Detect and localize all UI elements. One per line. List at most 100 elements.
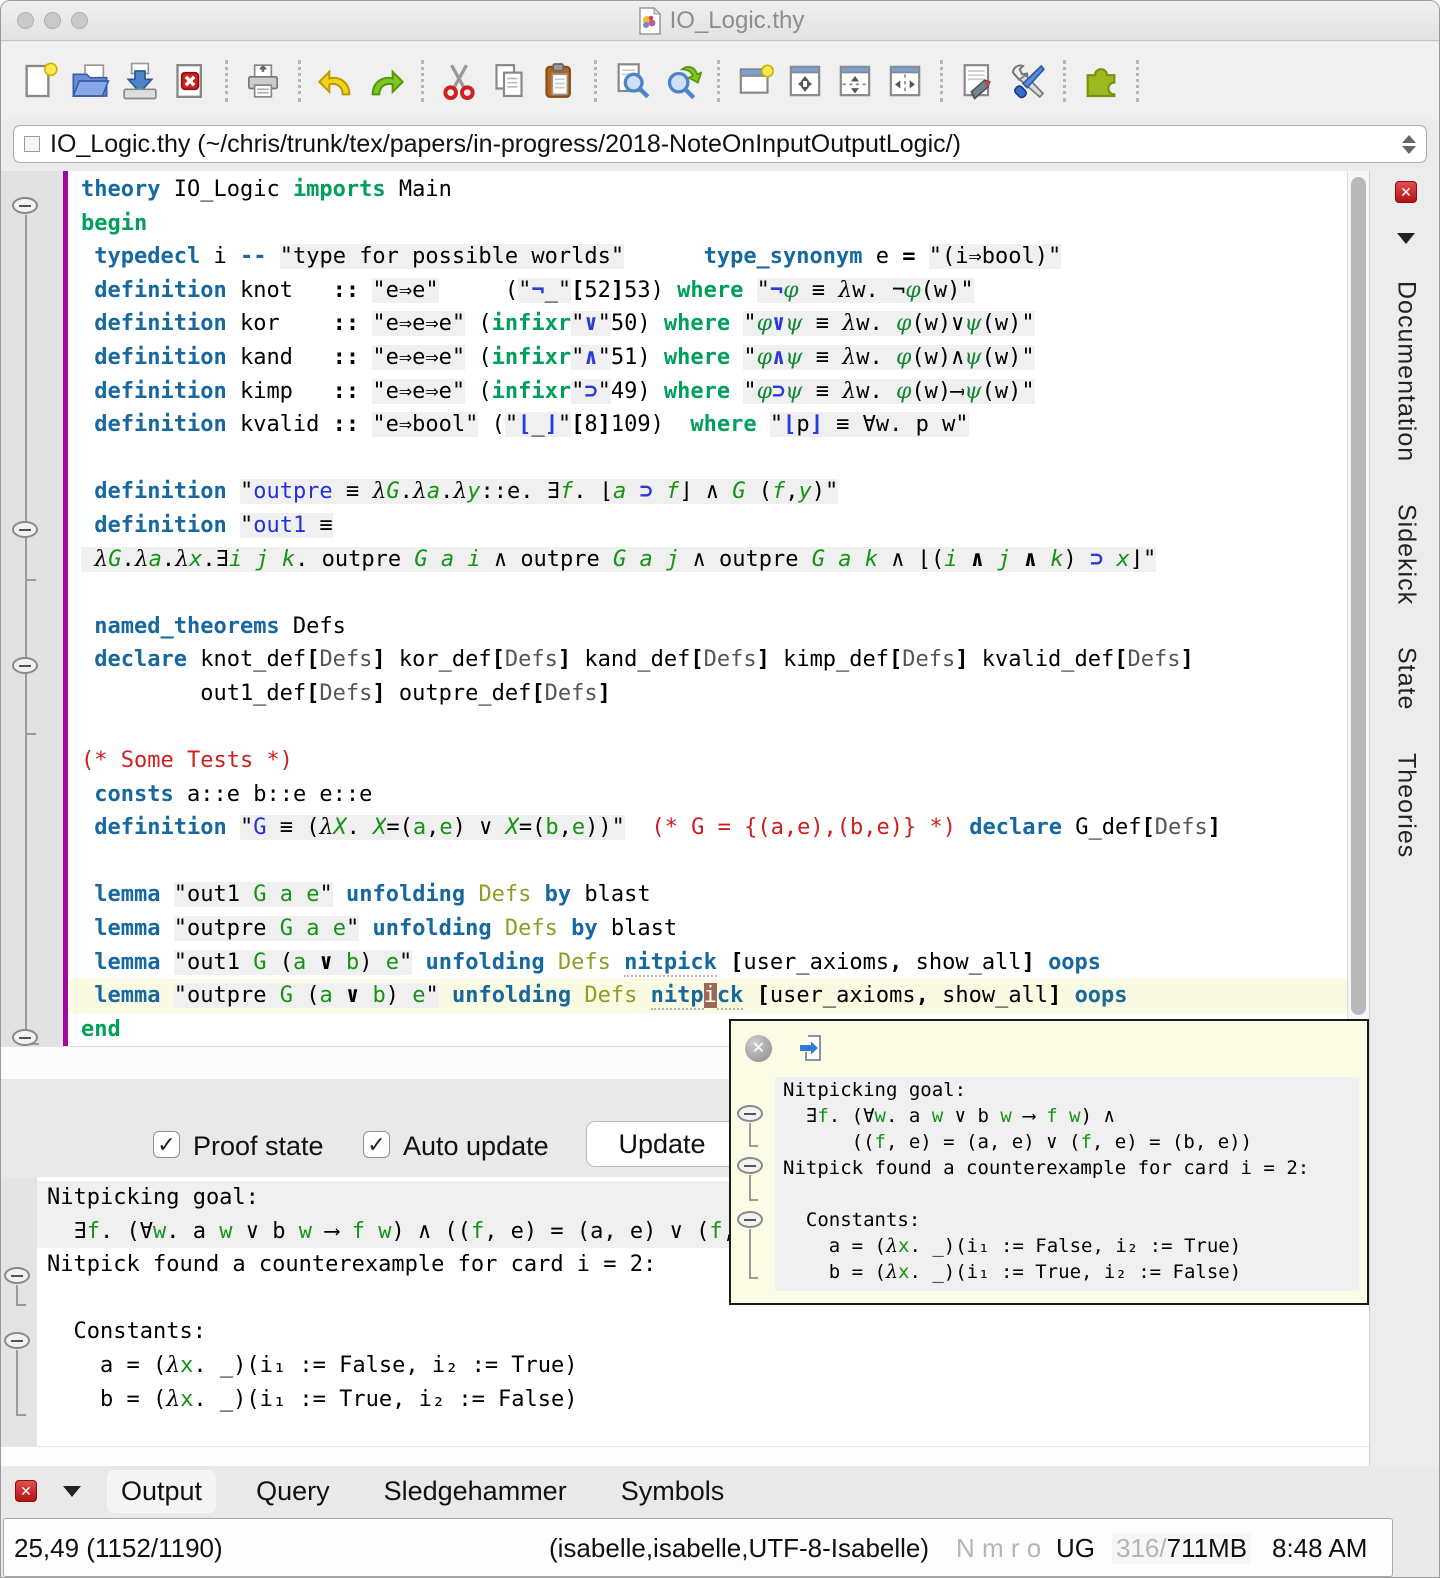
fold-marker[interactable] <box>4 1267 30 1284</box>
toolbar <box>1 42 1440 119</box>
fold-guide-line <box>16 1285 18 1304</box>
editor-code[interactable]: theory IO_Logic imports Mainbegin typede… <box>68 171 1347 1046</box>
plugin-manager-button[interactable] <box>1076 55 1126 107</box>
fold-marker[interactable] <box>12 197 38 214</box>
dock-tab-query[interactable]: Query <box>242 1470 344 1513</box>
output-horizontal-scrollbar[interactable] <box>1 1446 1369 1466</box>
editor-vertical-scrollbar-thumb[interactable] <box>1351 177 1366 1015</box>
copy-icon <box>489 61 529 101</box>
fold-foot <box>16 1414 26 1416</box>
fold-marker[interactable] <box>4 1332 30 1349</box>
fold-foot <box>25 579 36 581</box>
titlebar: IO_Logic.thy <box>1 1 1440 41</box>
buffer-icon <box>24 136 40 152</box>
fold-marker[interactable] <box>12 521 38 538</box>
right-dock-menu-icon[interactable] <box>1397 233 1415 244</box>
editor-gutter <box>1 171 63 1046</box>
tooltip-close-icon[interactable]: ✕ <box>745 1035 772 1062</box>
fold-foot <box>25 733 36 735</box>
fold-marker[interactable] <box>737 1211 763 1228</box>
open-file-icon <box>70 61 110 101</box>
fold-guide-line <box>749 1123 751 1145</box>
bottom-dock-menu-icon[interactable] <box>63 1486 81 1497</box>
fold-guide-line <box>25 215 27 1045</box>
update-button[interactable]: Update <box>586 1121 738 1167</box>
editor-vertical-scrollbar[interactable] <box>1347 171 1369 1046</box>
toolbar-separator <box>1136 60 1139 102</box>
auto-update-label: Auto update <box>403 1131 549 1162</box>
dock-tab-symbols[interactable]: Symbols <box>607 1470 739 1513</box>
copy-button[interactable] <box>484 55 534 107</box>
dock-tab-theories[interactable]: Theories <box>1392 753 1421 858</box>
buffer-options-button[interactable] <box>953 55 1003 107</box>
toolbar-separator <box>225 60 228 102</box>
right-dock-close-button[interactable]: ✕ <box>1395 181 1417 203</box>
tooltip-detach-icon[interactable] <box>798 1033 828 1063</box>
new-view-button[interactable] <box>730 55 780 107</box>
mode-flags-dim: N m r o <box>956 1533 1041 1564</box>
buffer-bar: IO_Logic.thy (~/chris/trunk/tex/papers/i… <box>1 119 1440 171</box>
paste-icon <box>539 61 579 101</box>
toolbar-separator <box>594 60 597 102</box>
buffer-selector-chevrons-icon[interactable] <box>1402 135 1416 154</box>
fold-guide-line <box>749 1229 751 1277</box>
dock-tab-output[interactable]: Output <box>107 1470 216 1513</box>
buffer-options-icon <box>958 61 998 101</box>
toolbar-separator <box>421 60 424 102</box>
global-options-button[interactable] <box>1003 55 1053 107</box>
redo-button[interactable] <box>361 55 411 107</box>
nitpick-tooltip: ✕ Nitpicking goal: ∃f. (∀w. a w ∨ b w ⟶ … <box>729 1019 1369 1305</box>
new-file-button[interactable] <box>15 55 65 107</box>
split-horizontal-button[interactable] <box>830 55 880 107</box>
new-view-icon <box>735 61 775 101</box>
fold-marker[interactable] <box>12 1029 38 1046</box>
save-file-icon <box>120 61 160 101</box>
global-options-icon <box>1008 61 1048 101</box>
cut-button[interactable] <box>434 55 484 107</box>
toolbar-separator <box>298 60 301 102</box>
buffer-selector[interactable]: IO_Logic.thy (~/chris/trunk/tex/papers/i… <box>13 125 1427 163</box>
new-file-icon <box>20 61 60 101</box>
buffer-encoding: (isabelle,isabelle,UTF-8-Isabelle) <box>549 1533 929 1564</box>
cut-icon <box>439 61 479 101</box>
dock-tab-state[interactable]: State <box>1392 647 1421 710</box>
auto-update-checkbox[interactable]: ✓ <box>363 1131 390 1158</box>
tooltip-text: Nitpicking goal: ∃f. (∀w. a w ∨ b w ⟶ f … <box>775 1077 1359 1291</box>
proof-state-label: Proof state <box>193 1131 324 1162</box>
buffer-path: IO_Logic.thy (~/chris/trunk/tex/papers/i… <box>50 130 1394 159</box>
plugin-manager-icon <box>1081 61 1121 101</box>
find-icon <box>612 61 652 101</box>
paste-button[interactable] <box>534 55 584 107</box>
status-bar: 25,49 (1152/1190) (isabelle,isabelle,UTF… <box>1 1516 1440 1578</box>
open-file-button[interactable] <box>65 55 115 107</box>
fold-marker[interactable] <box>12 657 38 674</box>
toolbar-separator <box>717 60 720 102</box>
editor[interactable]: theory IO_Logic imports Mainbegin typede… <box>68 171 1347 1046</box>
fold-foot <box>16 1304 26 1306</box>
fold-foot <box>749 1199 758 1201</box>
dock-tab-sidekick[interactable]: Sidekick <box>1392 504 1421 605</box>
memory-gauge[interactable]: 316/711MB <box>1112 1533 1251 1564</box>
undo-icon <box>316 61 356 101</box>
find-next-icon <box>662 61 702 101</box>
fold-foot <box>749 1277 758 1279</box>
split-vertical-button[interactable] <box>880 55 930 107</box>
close-buffer-button[interactable] <box>165 55 215 107</box>
undo-button[interactable] <box>311 55 361 107</box>
print-button[interactable] <box>238 55 288 107</box>
redo-icon <box>366 61 406 101</box>
find-button[interactable] <box>607 55 657 107</box>
split-horizontal-icon <box>835 61 875 101</box>
fold-marker[interactable] <box>737 1157 763 1174</box>
bottom-dock: ✕ Output Query Sledgehammer Symbols <box>1 1466 1440 1516</box>
save-file-button[interactable] <box>115 55 165 107</box>
dock-tab-sledgehammer[interactable]: Sledgehammer <box>370 1470 581 1513</box>
right-dock: ✕ Documentation Sidekick State Theories <box>1369 171 1440 1466</box>
fold-marker[interactable] <box>737 1105 763 1122</box>
find-next-button[interactable] <box>657 55 707 107</box>
dock-tab-documentation[interactable]: Documentation <box>1392 281 1421 462</box>
mode-flags: UG <box>1056 1533 1095 1564</box>
bottom-dock-close-button[interactable]: ✕ <box>15 1480 37 1502</box>
unsplit-button[interactable] <box>780 55 830 107</box>
proof-state-checkbox[interactable]: ✓ <box>153 1131 180 1158</box>
